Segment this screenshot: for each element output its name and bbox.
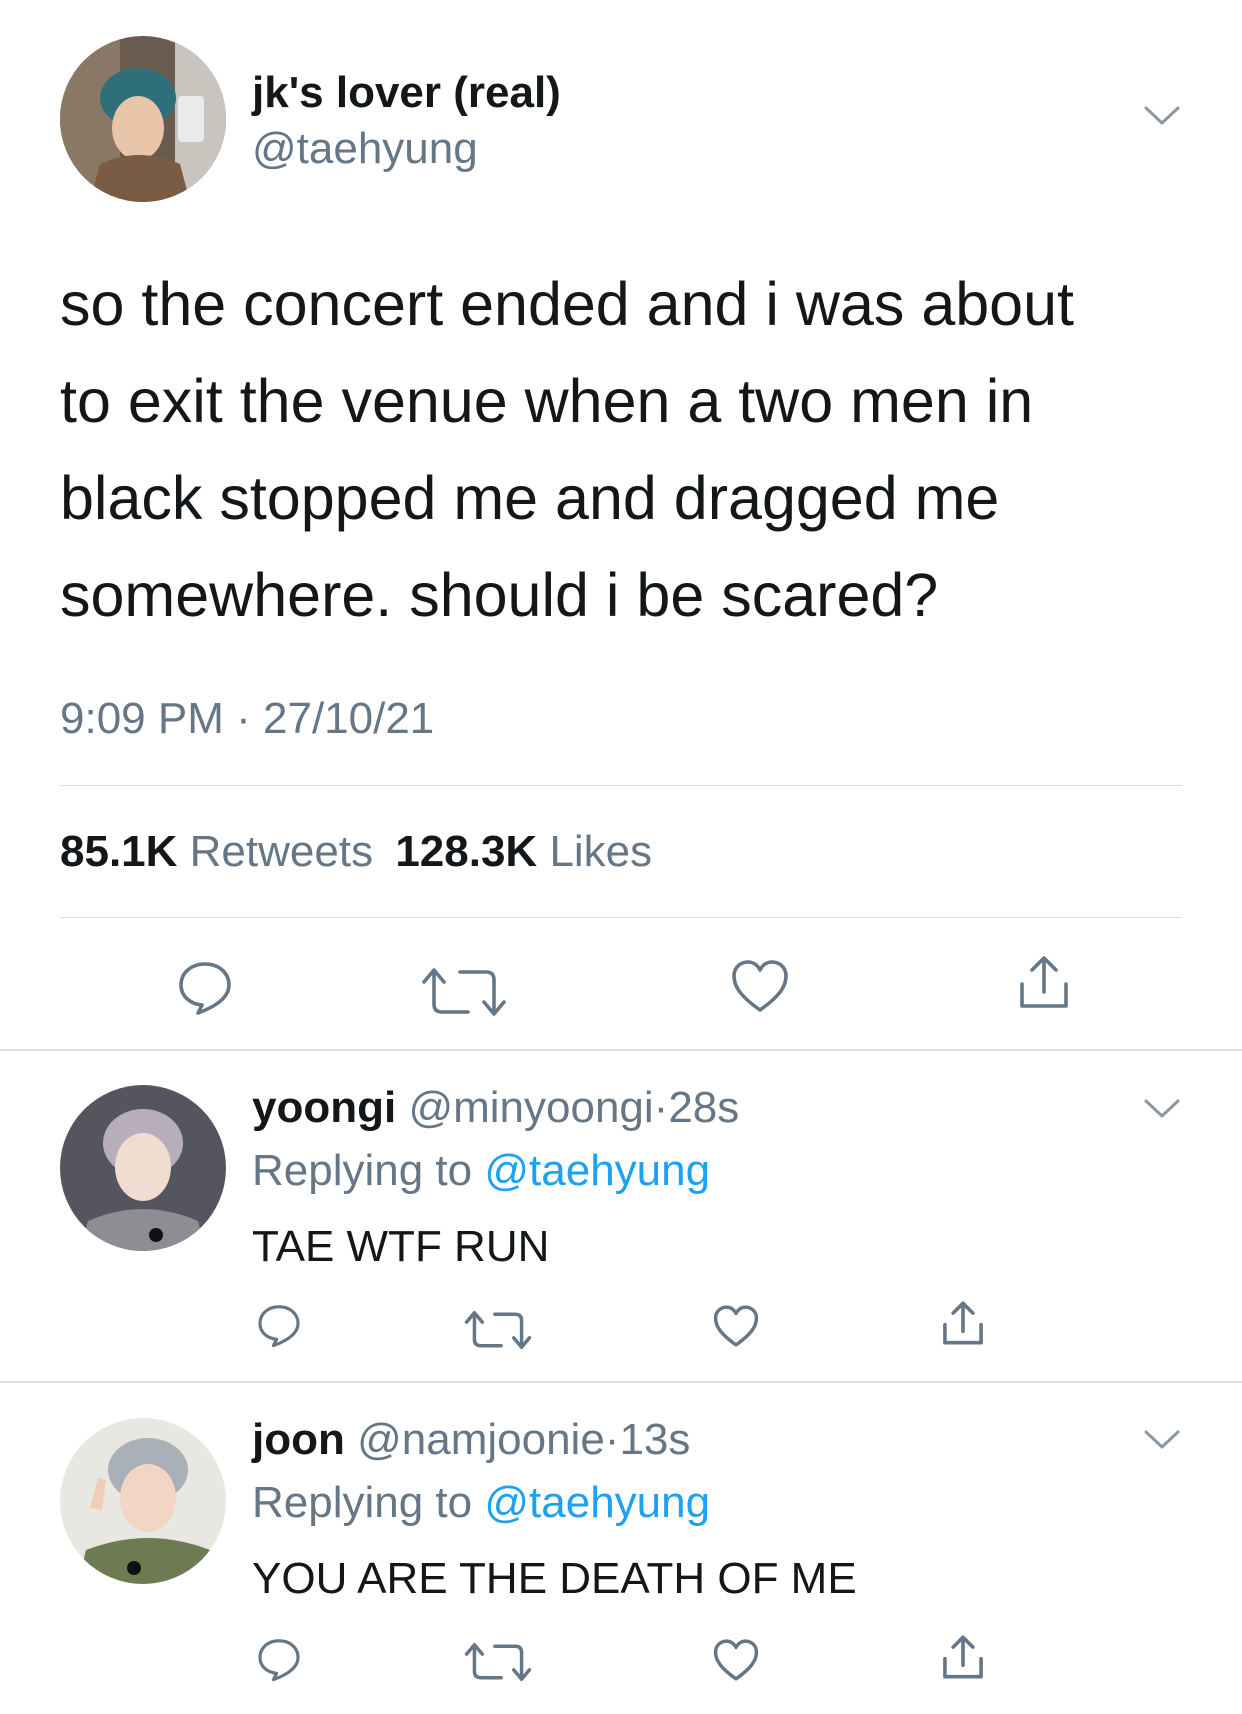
retweets-label: Retweets — [189, 827, 374, 876]
tweet-text-line: so the concert ended and i was about — [60, 270, 1074, 338]
replying-to-link[interactable]: @taehyung — [484, 1478, 710, 1527]
divider — [0, 1381, 1242, 1383]
reply-handle[interactable]: @namjoonie — [357, 1415, 605, 1464]
dot-separator: · — [653, 1083, 669, 1132]
retweet-icon — [422, 968, 506, 1016]
reply-button[interactable] — [176, 958, 234, 1016]
main-handle[interactable]: @taehyung — [252, 124, 478, 174]
reply-handle[interactable]: @minyoongi — [408, 1083, 653, 1132]
replying-to-label: Replying to — [252, 1146, 473, 1195]
tweet-date: 27/10/21 — [263, 694, 435, 743]
divider — [0, 1049, 1242, 1051]
dot-separator: · — [236, 694, 251, 743]
avatar-photo — [60, 1418, 226, 1584]
chevron-down-icon — [1144, 1099, 1180, 1118]
share-button[interactable] — [940, 1632, 986, 1682]
like-button[interactable] — [712, 1304, 760, 1348]
share-button[interactable] — [940, 1298, 986, 1348]
likes-count: 128.3K — [395, 827, 538, 876]
reply-display-name[interactable]: joon — [252, 1415, 345, 1464]
share-button[interactable] — [1016, 952, 1072, 1012]
reply-icon — [258, 1639, 300, 1682]
reply-age: 28s — [668, 1083, 740, 1132]
like-icon — [732, 960, 788, 1012]
chevron-down-icon — [1144, 106, 1180, 125]
retweet-button[interactable] — [460, 1308, 536, 1352]
reply-display-name[interactable]: yoongi — [252, 1083, 396, 1132]
retweet-icon — [464, 1642, 532, 1682]
reply-menu-chevron[interactable] — [1142, 1097, 1182, 1121]
main-tweet-timestamp[interactable]: 9:09 PM · 27/10/21 — [60, 694, 434, 744]
chevron-down-icon — [1144, 1430, 1180, 1449]
reply-age: 13s — [619, 1415, 691, 1464]
retweet-button[interactable] — [416, 964, 512, 1020]
like-button[interactable] — [730, 958, 790, 1014]
tweet-text-line: somewhere. should i be scared? — [60, 561, 939, 629]
likes-label: Likes — [549, 827, 653, 876]
like-button[interactable] — [712, 1638, 760, 1682]
replying-to-line: Replying to @taehyung — [252, 1146, 710, 1196]
reply-button[interactable] — [256, 1636, 302, 1682]
avatar-photo — [60, 36, 226, 202]
main-tweet-avatar[interactable] — [60, 36, 226, 202]
likes-stat[interactable]: 128.3K Likes — [395, 827, 652, 876]
replying-to-label: Replying to — [252, 1478, 473, 1527]
reply-icon — [179, 962, 231, 1015]
divider — [60, 917, 1182, 918]
replying-to-link[interactable]: @taehyung — [484, 1146, 710, 1195]
reply-icon — [258, 1305, 300, 1348]
retweets-stat[interactable]: 85.1K Retweets — [60, 827, 385, 876]
retweet-button[interactable] — [460, 1640, 536, 1684]
reply-button[interactable] — [256, 1302, 302, 1348]
reply-text: YOU ARE THE DEATH OF ME — [252, 1554, 857, 1603]
reply-avatar[interactable] — [60, 1085, 226, 1251]
main-display-name[interactable]: jk's lover (real) — [252, 68, 561, 118]
like-icon — [713, 1639, 759, 1681]
share-icon — [1020, 956, 1068, 1008]
main-tweet-menu-chevron[interactable] — [1142, 104, 1182, 128]
reply-menu-chevron[interactable] — [1142, 1428, 1182, 1452]
tweet-text-line: black stopped me and dragged me — [60, 464, 1000, 532]
tweet-text-line: to exit the venue when a two men in — [60, 367, 1034, 435]
tweet-time: 9:09 PM — [60, 694, 224, 743]
reply-header: yoongi @minyoongi·28s — [252, 1083, 739, 1133]
divider — [60, 785, 1182, 786]
avatar-photo — [60, 1085, 226, 1251]
dot-separator: · — [604, 1415, 620, 1464]
reply-header: joon @namjoonie·13s — [252, 1415, 690, 1465]
replying-to-line: Replying to @taehyung — [252, 1478, 710, 1528]
reply-text: TAE WTF RUN — [252, 1222, 550, 1271]
retweet-icon — [464, 1310, 532, 1350]
reply-avatar[interactable] — [60, 1418, 226, 1584]
main-tweet-text: so the concert ended and i was about to … — [60, 256, 1074, 644]
share-icon — [943, 1301, 983, 1345]
like-icon — [713, 1305, 759, 1347]
share-icon — [943, 1635, 983, 1679]
retweets-count: 85.1K — [60, 827, 178, 876]
engagement-stats: 85.1K Retweets 128.3K Likes — [60, 827, 652, 877]
